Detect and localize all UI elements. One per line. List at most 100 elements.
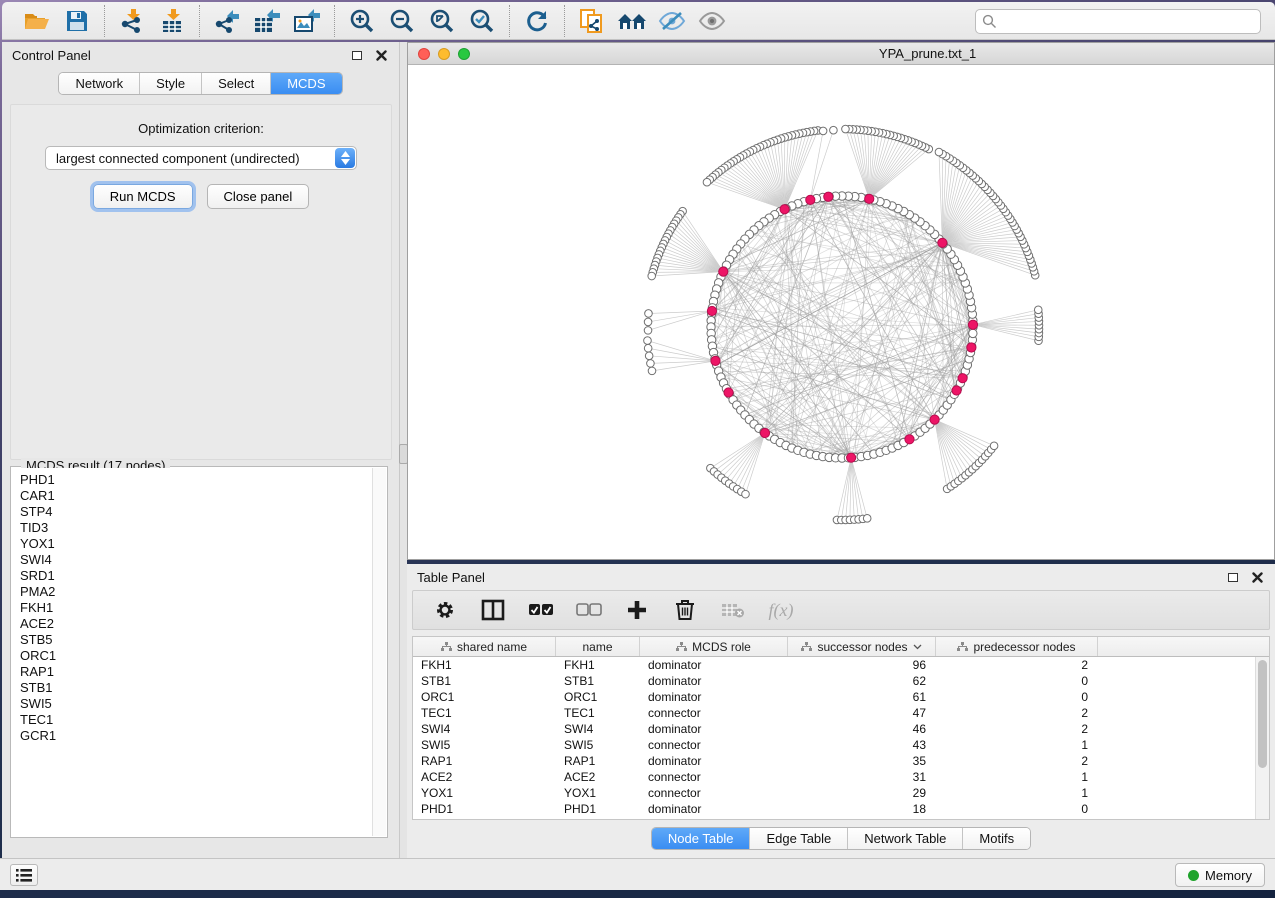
cell-MCDS-role[interactable]: connector [640,785,788,801]
mcds-result-item[interactable]: PMA2 [20,584,372,600]
node-table-scrollbar[interactable] [1255,657,1269,819]
mcds-node[interactable] [952,386,961,395]
deselect-all-button[interactable] [575,596,603,624]
node-table-body[interactable]: FKH1FKH1dominator962STB1STB1dominator620… [413,657,1255,819]
leaf-node[interactable] [1034,306,1042,314]
cell-shared-name[interactable]: ACE2 [413,769,556,785]
close-window-icon[interactable] [418,48,430,60]
table-row[interactable]: YOX1YOX1connector291 [413,785,1255,801]
cell-successor-nodes[interactable]: 47 [788,705,936,721]
leaf-node[interactable] [703,178,711,186]
tab-style[interactable]: Style [140,73,202,94]
mcds-result-item[interactable]: TEC1 [20,712,372,728]
zoom-fit-button[interactable] [427,7,457,35]
cell-MCDS-role[interactable]: dominator [640,657,788,673]
cell-predecessor-nodes[interactable]: 1 [936,737,1098,753]
tab-motifs[interactable]: Motifs [963,828,1030,849]
table-settings-button[interactable] [431,596,459,624]
ring-node[interactable] [969,329,977,337]
table-row[interactable]: STB1STB1dominator620 [413,673,1255,689]
tab-network[interactable]: Network [59,73,140,94]
leaf-node[interactable] [644,318,652,326]
network-window-titlebar[interactable]: YPA_prune.txt_1 [408,43,1274,65]
cell-name[interactable]: TEC1 [556,705,640,721]
cell-shared-name[interactable]: FKH1 [413,657,556,673]
cell-name[interactable]: SWI5 [556,737,640,753]
network-canvas[interactable] [408,65,1274,559]
close-table-panel-button[interactable] [1249,569,1265,585]
export-table-button[interactable] [252,7,282,35]
import-network-button[interactable] [117,7,147,35]
mcds-node[interactable] [967,343,976,352]
leaf-node[interactable] [819,127,827,135]
run-mcds-button[interactable]: Run MCDS [93,184,193,209]
tab-edge-table[interactable]: Edge Table [750,828,848,849]
mcds-node[interactable] [806,195,815,204]
tab-network-table[interactable]: Network Table [848,828,963,849]
tab-mcds[interactable]: MCDS [271,73,341,94]
column-header-name[interactable]: name [556,637,640,656]
cell-successor-nodes[interactable]: 43 [788,737,936,753]
new-network-from-selection-button[interactable] [577,7,607,35]
table-row[interactable]: ACE2ACE2connector311 [413,769,1255,785]
cell-successor-nodes[interactable]: 18 [788,801,936,817]
cell-shared-name[interactable]: ORC1 [413,689,556,705]
leaf-node[interactable] [863,515,871,523]
cell-successor-nodes[interactable]: 61 [788,689,936,705]
cell-successor-nodes[interactable]: 31 [788,769,936,785]
column-header-predecessor-nodes[interactable]: predecessor nodes [936,637,1098,656]
cell-successor-nodes[interactable]: 35 [788,753,936,769]
scrollbar-thumb[interactable] [1258,660,1267,768]
leaf-node[interactable] [990,442,998,450]
close-panel-button[interactable] [373,47,389,63]
mcds-node[interactable] [847,453,856,462]
tab-node-table[interactable]: Node Table [652,828,751,849]
refresh-view-button[interactable] [522,7,552,35]
close-panel-action-button[interactable]: Close panel [207,184,310,209]
open-file-button[interactable] [22,7,52,35]
mcds-result-item[interactable]: GCR1 [20,728,372,744]
mcds-result-item[interactable]: STB1 [20,680,372,696]
mcds-node[interactable] [938,238,947,247]
mcds-result-item[interactable]: STP4 [20,504,372,520]
cell-successor-nodes[interactable]: 62 [788,673,936,689]
leaf-node[interactable] [645,352,653,360]
cell-MCDS-role[interactable]: connector [640,737,788,753]
leaf-node[interactable] [648,272,656,280]
cell-MCDS-role[interactable]: dominator [640,801,788,817]
table-row[interactable]: PHD1PHD1dominator180 [413,801,1255,817]
add-column-button[interactable] [623,596,651,624]
mcds-result-item[interactable]: YOX1 [20,536,372,552]
leaf-node[interactable] [644,344,652,352]
cell-successor-nodes[interactable]: 46 [788,721,936,737]
network-graph[interactable] [408,65,1274,559]
leaf-node[interactable] [935,148,943,156]
cell-shared-name[interactable]: SWI5 [413,737,556,753]
table-row[interactable]: FKH1FKH1dominator962 [413,657,1255,673]
leaf-node[interactable] [647,360,655,368]
cell-predecessor-nodes[interactable]: 2 [936,705,1098,721]
mcds-result-item[interactable]: SWI4 [20,552,372,568]
mcds-result-item[interactable]: STB5 [20,632,372,648]
tab-select[interactable]: Select [202,73,271,94]
leaf-node[interactable] [644,337,652,345]
mcds-node[interactable] [905,435,914,444]
mcds-node[interactable] [930,415,939,424]
mcds-result-item[interactable]: RAP1 [20,664,372,680]
search-input[interactable] [975,9,1261,34]
select-all-button[interactable] [527,596,555,624]
cell-name[interactable]: FKH1 [556,657,640,673]
cell-MCDS-role[interactable]: dominator [640,689,788,705]
mcds-node[interactable] [707,306,716,315]
cell-name[interactable]: YOX1 [556,785,640,801]
show-columns-button[interactable] [479,596,507,624]
mcds-node[interactable] [824,192,833,201]
cell-predecessor-nodes[interactable]: 1 [936,769,1098,785]
maximize-window-icon[interactable] [458,48,470,60]
mcds-node[interactable] [968,320,977,329]
mcds-node[interactable] [711,356,720,365]
export-image-button[interactable] [292,7,322,35]
cell-shared-name[interactable]: TEC1 [413,705,556,721]
table-row[interactable]: SWI4SWI4dominator462 [413,721,1255,737]
leaf-node[interactable] [842,125,850,133]
